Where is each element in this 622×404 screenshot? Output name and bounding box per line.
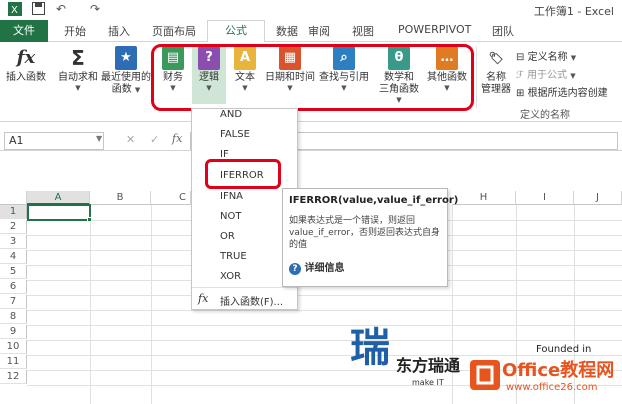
watermark-site-url: www.office26.com [506,382,598,393]
tooltip-description: 如果表达式是一个错误，则返回 value_if_error，否则返回表达式自身的… [289,216,441,250]
menu-item-not[interactable]: NOT [220,211,241,222]
use-in-formula-icon: ℱ [516,70,524,81]
autosum-button[interactable]: Σ 自动求和 ▼ [56,46,100,92]
ribbon-tabs: 文件 开始 插入 页面布局 公式 数据 审阅 视图 POWERPIVOT 团队 [0,20,622,43]
column-header-i[interactable]: I [516,191,574,205]
iferror-highlight [205,159,281,189]
tab-powerpivot[interactable]: POWERPIVOT [398,23,471,36]
title-bar: X ↶ ↷ 工作簿1 - Excel [0,0,622,20]
watermark-make-it: make IT [412,378,444,387]
name-manager-button[interactable]: 🏷 名称 管理器 [478,46,514,96]
menu-item-true[interactable]: TRUE [220,251,247,262]
row-header-5[interactable]: 5 [0,265,27,279]
help-icon: ? [289,263,301,275]
menu-insert-function[interactable]: 插入函数(F)... [220,293,283,308]
tab-review[interactable]: 审阅 [308,23,330,39]
group-label-defined-names: 定义的名称 [520,110,570,121]
define-name-icon: ⊟ [516,52,525,63]
watermark-brand: 东方瑞通 [396,356,461,375]
column-header-h[interactable]: H [452,191,516,205]
sigma-icon: Σ [71,46,85,70]
tab-file[interactable]: 文件 [0,20,48,42]
iferror-tooltip: IFERROR(value,value_if_error) 如果表达式是一个错误… [282,188,459,287]
recent-functions-button[interactable]: ★ 最近使用的 函数 ▼ [100,46,152,96]
enter-icon[interactable]: ✓ [150,133,159,146]
menu-item-ifna[interactable]: IFNA [220,191,243,202]
column-header-c[interactable]: C [151,191,191,205]
insert-function-button[interactable]: fx 插入函数 [4,46,48,84]
row-header-7[interactable]: 7 [0,295,27,309]
tab-team[interactable]: 团队 [492,23,514,39]
column-header-a[interactable]: A [27,191,90,205]
svg-text:X: X [11,5,18,16]
tab-data[interactable]: 数据 [276,23,298,39]
use-in-formula-button[interactable]: ℱ 用于公式 ▼ [516,66,576,81]
star-icon: ★ [115,46,137,70]
watermark-site-name: Office教程网 [502,360,615,381]
select-all-corner[interactable] [0,191,27,205]
tab-insert[interactable]: 插入 [108,23,130,39]
watermark-founded: Founded in [536,344,592,355]
active-cell-a1[interactable] [27,204,91,221]
column-header-b[interactable]: B [90,191,151,205]
row-header-4[interactable]: 4 [0,250,27,264]
row-header-6[interactable]: 6 [0,280,27,294]
fx-button[interactable]: fx [172,132,182,145]
excel-logo-icon: X [8,2,22,19]
row-header-3[interactable]: 3 [0,235,27,249]
row-header-1[interactable]: 1 [0,205,27,219]
function-library-highlight [151,44,474,111]
tooltip-title: IFERROR(value,value_if_error) [289,195,459,206]
tab-page-layout[interactable]: 页面布局 [152,23,196,39]
cancel-icon[interactable]: ✕ [126,133,135,146]
menu-item-false[interactable]: FALSE [220,129,250,140]
fill-handle[interactable] [87,217,92,222]
tooltip-more-info[interactable]: ? 详细信息 [289,259,441,275]
row-header-8[interactable]: 8 [0,310,27,324]
row-header-11[interactable]: 11 [0,355,27,369]
menu-item-or[interactable]: OR [220,231,235,242]
watermark-logo-rui: 瑞 [350,324,390,371]
tab-formulas[interactable]: 公式 [207,20,265,43]
row-header-10[interactable]: 10 [0,340,27,354]
fx-icon: fx [16,47,36,68]
tab-home[interactable]: 开始 [64,23,86,39]
create-from-selection-button[interactable]: ⊞ 根据所选内容创建 [516,84,608,99]
menu-item-and[interactable]: AND [220,109,242,120]
tab-view[interactable]: 视图 [352,23,374,39]
office-logo-icon [470,360,500,390]
column-header-j[interactable]: J [574,191,622,205]
define-name-button[interactable]: ⊟ 定义名称 ▼ [516,48,576,63]
menu-item-xor[interactable]: XOR [220,271,241,282]
fx-icon: fx [198,292,209,305]
name-box-dropdown-icon[interactable]: ▼ [96,134,102,143]
create-from-selection-icon: ⊞ [516,88,525,99]
row-header-12[interactable]: 12 [0,370,27,384]
undo-icon[interactable]: ↶ [56,2,66,16]
name-box[interactable]: A1 [4,132,104,150]
redo-icon[interactable]: ↷ [90,2,100,16]
tag-icon: 🏷 [488,51,504,65]
save-icon[interactable] [32,2,45,18]
row-header-2[interactable]: 2 [0,220,27,234]
row-header-9[interactable]: 9 [0,325,27,339]
window-title: 工作簿1 - Excel [533,5,614,18]
formula-bar: A1 ▼ ✕ ✓ fx [0,127,622,151]
